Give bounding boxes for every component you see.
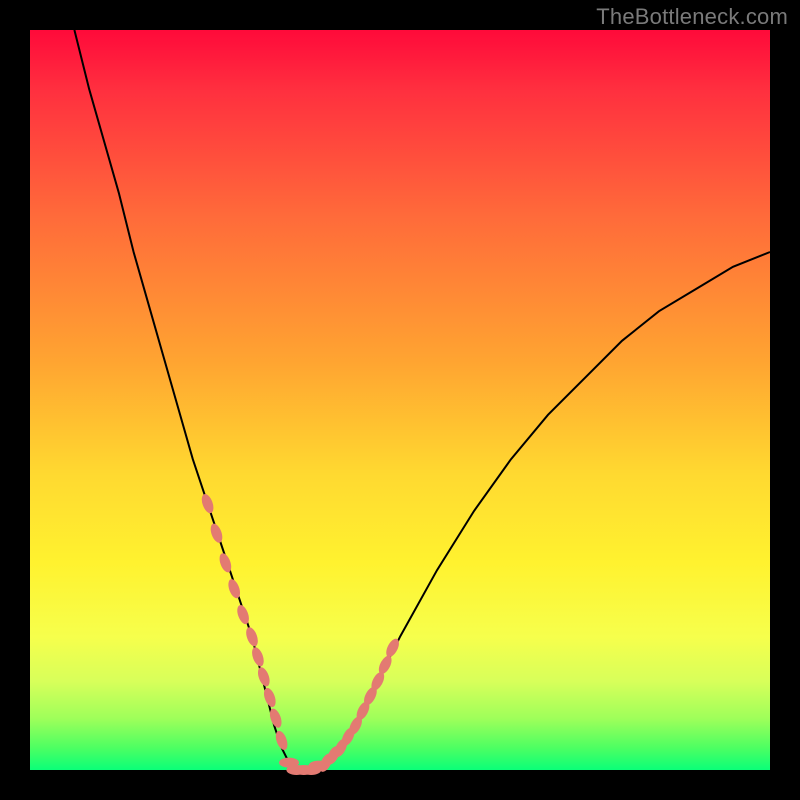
outer-frame: TheBottleneck.com <box>0 0 800 800</box>
curve-marker <box>235 603 251 625</box>
plot-area <box>30 30 770 770</box>
curve-marker <box>262 686 278 708</box>
curve-marker <box>217 552 233 574</box>
curve-marker <box>244 626 260 648</box>
curve-marker <box>199 492 215 514</box>
curve-marker <box>226 578 242 600</box>
curve-marker <box>208 522 224 544</box>
watermark-text: TheBottleneck.com <box>596 4 788 30</box>
curve-marker <box>256 666 272 688</box>
bottleneck-curve <box>74 30 770 770</box>
curve-svg <box>30 30 770 770</box>
curve-marker <box>250 646 266 668</box>
markers-left-branch <box>199 492 289 751</box>
markers-right-branch <box>317 637 402 774</box>
